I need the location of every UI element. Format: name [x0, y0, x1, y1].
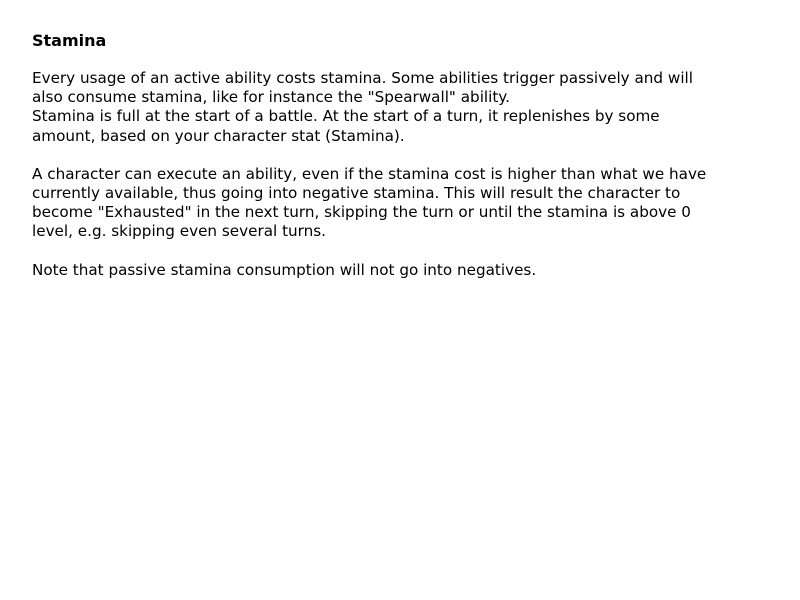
paragraph-line: Every usage of an active ability costs s… — [32, 69, 693, 87]
paragraph-line: amount, based on your character stat (St… — [32, 126, 405, 145]
paragraph-line: level, e.g. skipping even several turns. — [32, 222, 326, 241]
paragraph-line: become "Exhausted" in the next turn, ski… — [32, 203, 691, 222]
paragraph-line: A character can execute an ability, even… — [32, 164, 707, 183]
paragraph-negative-stamina: A character can execute an ability, even… — [32, 165, 772, 242]
paragraph-line: Stamina is full at the start of a battle… — [32, 107, 660, 126]
paragraph-line: currently available, thus going into neg… — [32, 184, 681, 203]
paragraph-line: Note that passive stamina consumption wi… — [32, 260, 537, 279]
paragraph-stamina-usage: Every usage of an active ability costs s… — [32, 69, 772, 146]
paragraph-line: also consume stamina, like for instance … — [32, 88, 510, 107]
paragraph-passive-note: Note that passive stamina consumption wi… — [32, 261, 772, 280]
page-title: Stamina — [32, 31, 107, 50]
document-page: Stamina Every usage of an active ability… — [32, 30, 772, 280]
